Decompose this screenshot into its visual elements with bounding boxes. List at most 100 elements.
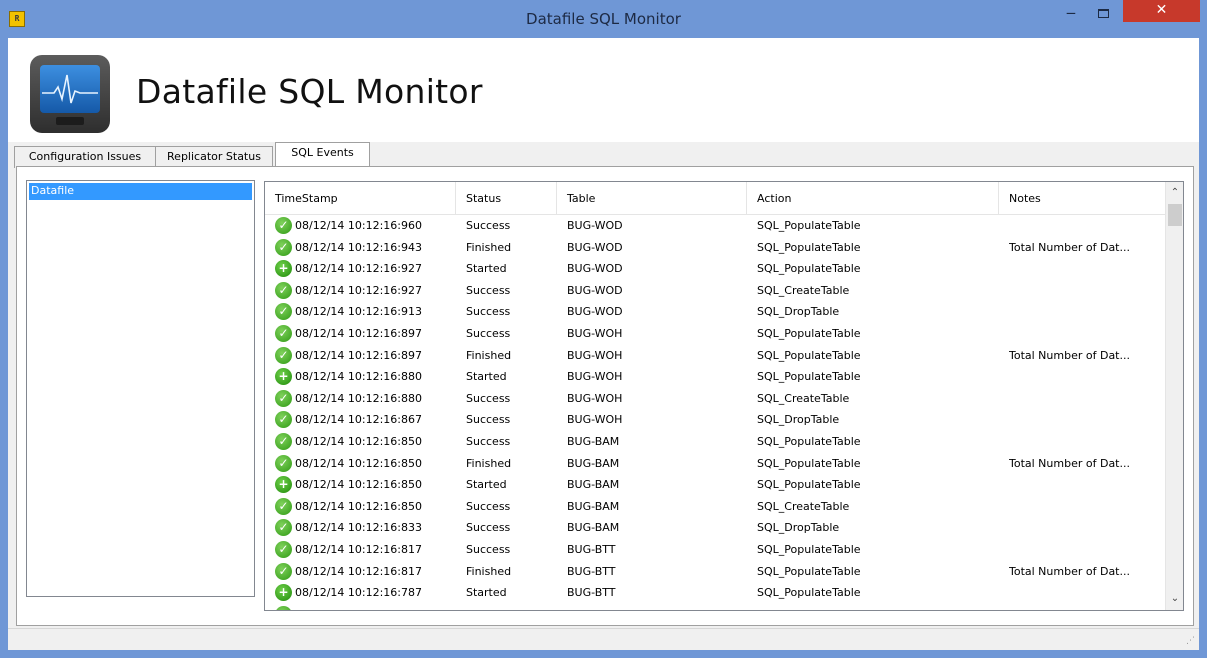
table-row[interactable]: ✓ 08/12/14 10:12:16:897 Success BUG-WOH SQL_… [265, 323, 1165, 345]
scroll-up-button[interactable]: ⌃ [1166, 184, 1183, 201]
cell-status: Started [466, 586, 507, 600]
table-row[interactable]: +08/12/14 10:12:16:927 Started BUG-WOD SQL_… [265, 258, 1165, 280]
success-check-icon: ✓ [275, 325, 292, 342]
table-row[interactable]: ✓ 08/12/14 10:12:16:850 Success BUG-BAM SQL_… [265, 431, 1165, 453]
cell-action: SQL_CreateTable [757, 283, 850, 297]
cell-table: BUG-BTT [567, 586, 616, 600]
cell-status: Success [466, 413, 511, 427]
table-row[interactable]: ✓ 08/12/14 10:12:16:867 Success BUG-WOH SQL_… [265, 409, 1165, 431]
resize-grip-icon[interactable]: ⋰ [1183, 635, 1195, 647]
grid-header: TimeStamp Status Table Action Notes [265, 182, 1165, 215]
table-row[interactable]: ✓ 08/12/14 10:12:16:880 Success BUG-WOH SQL_… [265, 388, 1165, 410]
success-check-icon: ✓ [275, 562, 292, 580]
table-row[interactable]: ✓ 08/12/14 10:12:16:817 Success BUG-BTT SQL_… [265, 539, 1165, 561]
cell-action: SQL_PopulateTable [757, 543, 861, 556]
cell-table: BUG-WOD [567, 240, 623, 254]
cell-notes: Total Number of Dat... [1009, 564, 1130, 578]
source-list[interactable]: Datafile [26, 180, 255, 597]
table-row[interactable]: ✓ 08/12/14 10:12:16:850 Success BUG-BAM SQL_… [265, 496, 1165, 518]
table-row[interactable]: +08/12/14 10:12:16:787 Started BUG-BTT SQL_… [265, 582, 1165, 604]
column-header-notes[interactable]: Notes [999, 182, 1165, 215]
minimize-button[interactable]: ‒ [1058, 5, 1084, 26]
cell-action: SQL_PopulateTable [757, 564, 861, 578]
cell-status: Success [466, 499, 511, 513]
table-row[interactable]: ✓ 08/12/14 10:12:16:850 Finished BUG-BAM SQL… [265, 453, 1165, 475]
cell-timestamp: 08/12/14 10:12:16:850 [295, 435, 423, 448]
cell-table: BUG-WOH [567, 348, 623, 362]
success-check-icon: ✓ [275, 433, 292, 450]
cell-action: SQL_PopulateTable [757, 370, 861, 384]
table-row[interactable]: +08/12/14 10:12:16:850 Started BUG-BAM SQL_… [265, 474, 1165, 496]
cell-notes: Total Number of Dat... [1009, 240, 1130, 254]
cell-timestamp: 08/12/14 10:12:16:960 [295, 219, 423, 232]
cell-table: BUG-BAM [567, 456, 620, 470]
page-title: Datafile SQL Monitor [136, 72, 483, 111]
table-row[interactable]: ✓08/12/14 10:12:16:787 Success BUG-BTT SQL_… [265, 604, 1165, 610]
cell-status: Success [466, 604, 510, 610]
window-title: Datafile SQL Monitor [526, 10, 681, 28]
tab-replicator-status[interactable]: Replicator Status [155, 146, 273, 168]
cell-action: SQL_CreateTable [757, 499, 850, 513]
table-row[interactable]: +08/12/14 10:12:16:880 Started BUG-WOH SQL_… [265, 366, 1165, 388]
table-row[interactable]: ✓ 08/12/14 10:12:16:817 Finished BUG-BTT SQL… [265, 561, 1165, 583]
success-check-icon: ✓ [275, 519, 292, 537]
vertical-scrollbar[interactable]: ⌃ ⌄ [1165, 182, 1183, 610]
list-item-datafile[interactable]: Datafile [29, 183, 252, 200]
cell-action: SQL_PopulateTable [757, 348, 861, 362]
success-check-icon: ✓ [275, 497, 292, 515]
success-check-icon: ✓ [275, 238, 292, 256]
grid-rows: ✓ 08/12/14 10:12:16:960 Success BUG-WOD SQL_… [265, 215, 1165, 610]
cell-timestamp: 08/12/14 10:12:16:927 [295, 262, 423, 276]
status-bar: ⋰ [8, 628, 1199, 650]
cell-status: Success [466, 435, 511, 448]
cell-timestamp: 08/12/14 10:12:16:817 [295, 543, 423, 556]
cell-table: BUG-BAM [567, 521, 620, 535]
maximize-button[interactable] [1090, 6, 1116, 26]
started-plus-icon: + [275, 584, 292, 602]
scroll-down-button[interactable]: ⌄ [1166, 590, 1183, 607]
cell-table: BUG-WOD [567, 262, 623, 276]
cell-timestamp: 08/12/14 10:12:16:913 [295, 305, 423, 319]
table-row[interactable]: ✓ 08/12/14 10:12:16:897 Finished BUG-WOH SQL… [265, 345, 1165, 367]
table-row[interactable]: ✓ 08/12/14 10:12:16:960 Success BUG-WOD SQL_… [265, 215, 1165, 237]
maximize-icon [1098, 9, 1109, 18]
cell-table: BUG-BAM [567, 478, 620, 492]
success-check-icon: ✓ [275, 389, 292, 407]
cell-table: BUG-WOH [567, 391, 623, 405]
column-header-table[interactable]: Table [557, 182, 747, 215]
tab-sql-events[interactable]: SQL Events [275, 142, 370, 169]
events-grid[interactable]: TimeStamp Status Table Action Notes ✓ 08/… [264, 181, 1184, 611]
title-bar[interactable]: R Datafile SQL Monitor ‒ ✕ [0, 0, 1207, 38]
monitor-stand [56, 117, 84, 125]
tab-strip: Configuration Issues Replicator Status S… [14, 142, 1194, 169]
tab-configuration-issues[interactable]: Configuration Issues [14, 146, 156, 168]
cell-action: SQL_DropTable [757, 413, 840, 427]
cell-timestamp: 08/12/14 10:12:16:897 [295, 348, 423, 362]
success-check-icon: ✓ [275, 346, 292, 364]
column-header-action[interactable]: Action [747, 182, 999, 215]
cell-table: BUG-BTT [567, 564, 616, 578]
cell-notes: Total Number of Dat... [1009, 456, 1130, 470]
scroll-thumb[interactable] [1168, 204, 1182, 226]
cell-status: Finished [466, 456, 512, 470]
heartbeat-monitor-icon [30, 55, 110, 133]
cell-status: Success [466, 521, 511, 535]
cell-timestamp: 08/12/14 10:12:16:927 [295, 283, 423, 297]
cell-status: Started [466, 370, 507, 384]
table-row[interactable]: ✓ 08/12/14 10:12:16:943 Finished BUG-WOD SQL… [265, 237, 1165, 259]
column-header-timestamp[interactable]: TimeStamp [265, 182, 456, 215]
cell-action: SQL_PopulateTable [757, 456, 861, 470]
cell-action: SQL_PopulateTable [757, 262, 861, 276]
cell-action: SQL_DropTable [757, 305, 840, 319]
cell-timestamp: 08/12/14 10:12:16:943 [295, 240, 423, 254]
table-row[interactable]: ✓ 08/12/14 10:12:16:833 Success BUG-BAM SQL_… [265, 517, 1165, 539]
started-plus-icon: + [275, 476, 292, 494]
table-row[interactable]: ✓ 08/12/14 10:12:16:913 Success BUG-WOD SQL_… [265, 301, 1165, 323]
cell-timestamp: 08/12/14 10:12:16:880 [295, 391, 423, 405]
success-check-icon: ✓ [275, 454, 292, 472]
monitor-screen [40, 65, 100, 113]
table-row[interactable]: ✓ 08/12/14 10:12:16:927 Success BUG-WOD SQL_… [265, 280, 1165, 302]
close-button[interactable]: ✕ [1123, 0, 1200, 22]
cell-timestamp: 08/12/14 10:12:16:817 [295, 564, 423, 578]
column-header-status[interactable]: Status [456, 182, 557, 215]
